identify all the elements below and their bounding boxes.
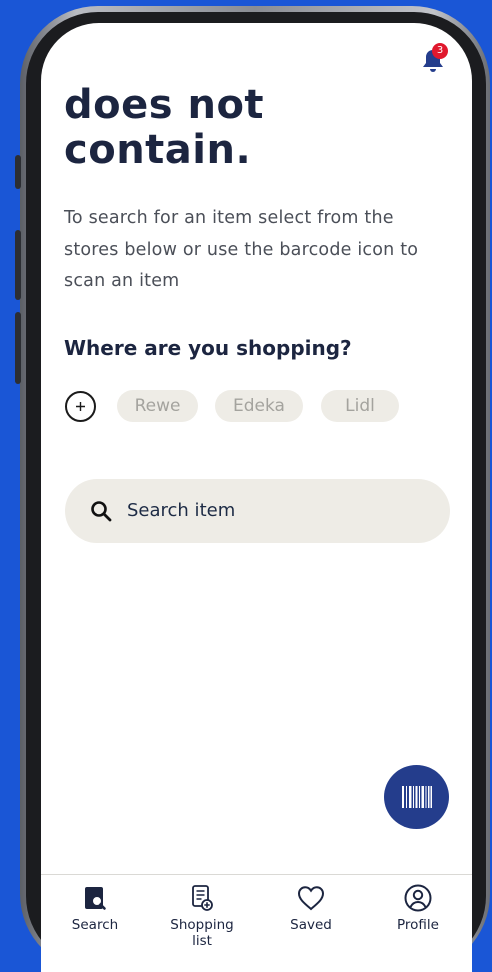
barcode-scan-button[interactable] [384, 765, 449, 829]
nav-label: Profile [397, 917, 439, 933]
user-circle-icon [404, 884, 432, 912]
page-title: does not contain. [64, 83, 264, 173]
nav-label: Saved [290, 917, 332, 933]
search-input[interactable]: Search item [65, 479, 450, 543]
nav-label: Search [71, 917, 119, 933]
barcode-icon [401, 786, 432, 808]
store-heading: Where are you shopping? [64, 336, 352, 360]
volume-up-button [15, 230, 21, 300]
instructions-line: scan an item [64, 271, 180, 291]
store-chip-edeka[interactable]: Edeka [215, 390, 303, 422]
nav-divider [41, 874, 472, 875]
list-add-icon [192, 885, 213, 911]
volume-down-button [15, 312, 21, 384]
title-line: contain. [64, 127, 252, 173]
notification-badge: 3 [432, 43, 448, 59]
nav-search[interactable]: Search [50, 883, 140, 933]
nav-shopping-list[interactable]: Shopping list [157, 883, 247, 949]
instructions-line: stores below or use the barcode icon to [64, 239, 419, 260]
title-line: does not [64, 82, 265, 128]
store-chip-lidl[interactable]: Lidl [321, 390, 399, 422]
store-chip-rewe[interactable]: Rewe [117, 390, 198, 422]
instructions-text: To search for an item select from the st… [64, 203, 434, 298]
add-store-button[interactable] [65, 391, 96, 422]
instructions-line: To search for an item select from the [64, 208, 394, 228]
search-placeholder: Search item [127, 500, 236, 521]
nav-label: Shopping list [170, 917, 234, 949]
mute-switch [15, 155, 21, 189]
nav-saved[interactable]: Saved [266, 883, 356, 933]
plus-icon [76, 402, 85, 411]
app-screen: 3 does not contain. To search for an ite… [41, 23, 472, 972]
heart-icon [297, 886, 325, 911]
search-icon [91, 501, 112, 522]
search-doc-icon [85, 887, 106, 910]
nav-profile[interactable]: Profile [373, 883, 463, 933]
